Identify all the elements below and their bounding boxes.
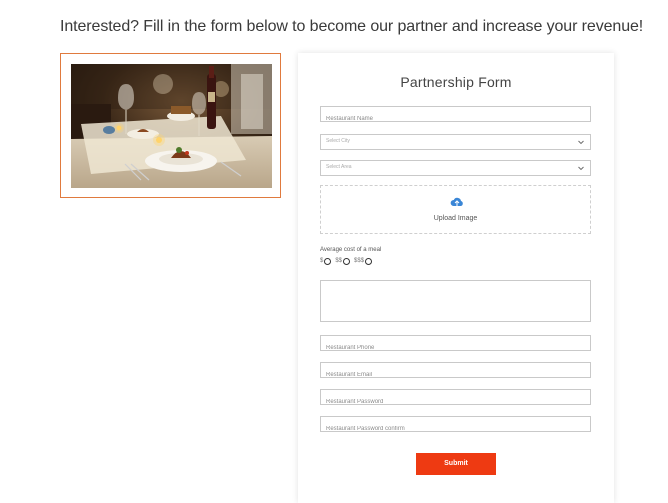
restaurant-password-confirm-field[interactable]	[320, 416, 591, 436]
restaurant-name-field[interactable]	[320, 106, 591, 126]
chevron-down-icon	[578, 166, 584, 171]
description-textarea[interactable]	[320, 280, 591, 322]
form-title: Partnership Form	[400, 74, 512, 90]
submit-button[interactable]: Submit	[416, 453, 496, 475]
cost-option-2-label: $$	[335, 258, 343, 264]
restaurant-password-confirm-input[interactable]	[321, 422, 590, 436]
restaurant-phone-input[interactable]	[321, 341, 590, 355]
cost-option-1-label: $	[320, 258, 324, 264]
page-headline: Interested? Fill in the form below to be…	[60, 18, 644, 35]
upload-cloud-icon	[450, 197, 463, 206]
cost-option-3-label: $$$	[354, 258, 365, 264]
chevron-down-icon	[578, 140, 584, 145]
restaurant-photo-frame	[60, 53, 281, 198]
average-cost-options: $ $$ $$$	[320, 256, 376, 266]
cost-option-2-radio[interactable]	[343, 257, 351, 265]
cost-option-1[interactable]: $	[320, 257, 332, 265]
cost-option-2[interactable]: $$	[335, 257, 351, 265]
restaurant-name-input[interactable]	[321, 112, 590, 126]
upload-image-label: Upload Image	[433, 215, 478, 222]
restaurant-email-field[interactable]	[320, 362, 591, 382]
upload-image-dropzone[interactable]: Upload Image	[320, 185, 591, 234]
restaurant-password-input[interactable]	[321, 395, 590, 409]
average-cost-label: Average cost of a meal	[320, 247, 382, 253]
city-select[interactable]: Select City	[320, 134, 591, 150]
restaurant-password-field[interactable]	[320, 389, 591, 409]
partnership-form: Partnership Form Select City Select Area…	[298, 53, 614, 503]
cost-option-3-radio[interactable]	[365, 257, 373, 265]
cost-option-1-radio[interactable]	[324, 257, 332, 265]
area-select-value: Select Area	[326, 164, 352, 170]
city-select-value: Select City	[326, 138, 350, 144]
restaurant-photo	[71, 64, 272, 188]
cost-option-3[interactable]: $$$	[354, 257, 373, 265]
area-select[interactable]: Select Area	[320, 160, 591, 176]
restaurant-email-input[interactable]	[321, 368, 590, 382]
restaurant-phone-field[interactable]	[320, 335, 591, 355]
